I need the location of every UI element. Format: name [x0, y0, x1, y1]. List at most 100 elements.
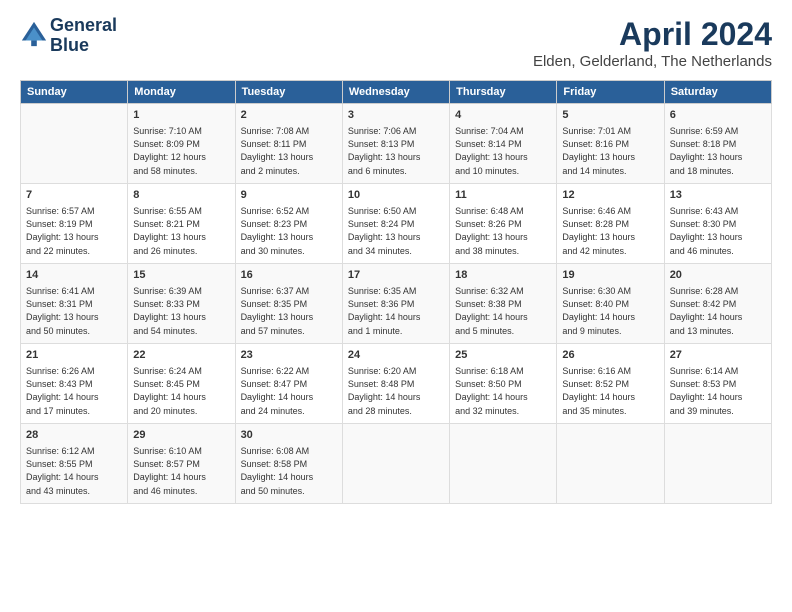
calendar-cell: 26 Sunrise: 6:16 AMSunset: 8:52 PMDayligh…	[557, 344, 664, 424]
calendar-cell: 15 Sunrise: 6:39 AMSunset: 8:33 PMDayligh…	[128, 264, 235, 344]
location-title: Elden, Gelderland, The Netherlands	[533, 53, 772, 70]
day-number: 21	[26, 348, 122, 363]
cell-content: Sunrise: 6:20 AMSunset: 8:48 PMDaylight:…	[348, 365, 444, 417]
calendar-cell: 12Sunrise: 6:46 AMSunset: 8:28 PMDayligh…	[557, 184, 664, 264]
day-number: 27	[670, 348, 766, 363]
day-number: 23	[241, 348, 337, 363]
header-friday: Friday	[557, 81, 664, 104]
cell-content: Sunrise: 6:14 AMSunset: 8:53 PMDaylight:…	[670, 365, 766, 417]
calendar-cell	[450, 424, 557, 504]
day-number: 15	[133, 268, 229, 283]
cell-content: Sunrise: 6:48 AMSunset: 8:26 PMDaylight:…	[455, 205, 551, 257]
title-area: April 2024 Elden, Gelderland, The Nether…	[533, 16, 772, 70]
week-row-2: 14 Sunrise: 6:41 AMSunset: 8:31 PMDayligh…	[21, 264, 772, 344]
cell-content: Sunrise: 6:50 AMSunset: 8:24 PMDaylight:…	[348, 205, 444, 257]
calendar-cell: 5Sunrise: 7:01 AMSunset: 8:16 PMDaylight…	[557, 104, 664, 184]
day-number: 29	[133, 428, 229, 443]
cell-content: Sunrise: 6:32 AMSunset: 8:38 PMDaylight:…	[455, 285, 551, 337]
logo: General Blue	[20, 16, 117, 56]
calendar-cell: 28 Sunrise: 6:12 AMSunset: 8:55 PMDayligh…	[21, 424, 128, 504]
calendar-cell: 23Sunrise: 6:22 AMSunset: 8:47 PMDayligh…	[235, 344, 342, 424]
calendar-cell: 17Sunrise: 6:35 AMSunset: 8:36 PMDayligh…	[342, 264, 449, 344]
calendar-cell: 3Sunrise: 7:06 AMSunset: 8:13 PMDaylight…	[342, 104, 449, 184]
calendar-cell: 20 Sunrise: 6:28 AMSunset: 8:42 PMDayligh…	[664, 264, 771, 344]
day-number: 10	[348, 188, 444, 203]
calendar-cell: 4 Sunrise: 7:04 AMSunset: 8:14 PMDaylight…	[450, 104, 557, 184]
cell-content: Sunrise: 6:28 AMSunset: 8:42 PMDaylight:…	[670, 285, 766, 337]
calendar-cell: 1 Sunrise: 7:10 AMSunset: 8:09 PMDaylight…	[128, 104, 235, 184]
calendar-cell: 18 Sunrise: 6:32 AMSunset: 8:38 PMDayligh…	[450, 264, 557, 344]
cell-content: Sunrise: 7:04 AMSunset: 8:14 PMDaylight:…	[455, 125, 551, 177]
calendar-cell: 11 Sunrise: 6:48 AMSunset: 8:26 PMDayligh…	[450, 184, 557, 264]
cell-content: Sunrise: 6:43 AMSunset: 8:30 PMDaylight:…	[670, 205, 766, 257]
logo-text-line1: General	[50, 16, 117, 36]
logo-icon	[20, 20, 48, 48]
calendar-cell	[664, 424, 771, 504]
cell-content: Sunrise: 6:16 AMSunset: 8:52 PMDaylight:…	[562, 365, 658, 417]
calendar-cell: 14 Sunrise: 6:41 AMSunset: 8:31 PMDayligh…	[21, 264, 128, 344]
week-row-0: 1 Sunrise: 7:10 AMSunset: 8:09 PMDaylight…	[21, 104, 772, 184]
cell-content: Sunrise: 6:12 AMSunset: 8:55 PMDaylight:…	[26, 445, 122, 497]
day-number: 12	[562, 188, 658, 203]
day-number: 28	[26, 428, 122, 443]
logo-text-line2: Blue	[50, 36, 117, 56]
cell-content: Sunrise: 6:52 AMSunset: 8:23 PMDaylight:…	[241, 205, 337, 257]
day-number: 22	[133, 348, 229, 363]
week-row-3: 21Sunrise: 6:26 AMSunset: 8:43 PMDayligh…	[21, 344, 772, 424]
day-number: 30	[241, 428, 337, 443]
day-number: 9	[241, 188, 337, 203]
cell-content: Sunrise: 6:39 AMSunset: 8:33 PMDaylight:…	[133, 285, 229, 337]
day-number: 25	[455, 348, 551, 363]
calendar-cell: 7 Sunrise: 6:57 AMSunset: 8:19 PMDaylight…	[21, 184, 128, 264]
calendar-cell	[21, 104, 128, 184]
header: General Blue April 2024 Elden, Gelderlan…	[20, 16, 772, 70]
cell-content: Sunrise: 6:10 AMSunset: 8:57 PMDaylight:…	[133, 445, 229, 497]
cell-content: Sunrise: 6:57 AMSunset: 8:19 PMDaylight:…	[26, 205, 122, 257]
calendar-cell: 10 Sunrise: 6:50 AMSunset: 8:24 PMDayligh…	[342, 184, 449, 264]
header-tuesday: Tuesday	[235, 81, 342, 104]
header-thursday: Thursday	[450, 81, 557, 104]
calendar-cell: 8Sunrise: 6:55 AMSunset: 8:21 PMDaylight…	[128, 184, 235, 264]
day-number: 2	[241, 108, 337, 123]
week-row-1: 7 Sunrise: 6:57 AMSunset: 8:19 PMDaylight…	[21, 184, 772, 264]
page: General Blue April 2024 Elden, Gelderlan…	[0, 0, 792, 514]
calendar-cell: 29 Sunrise: 6:10 AMSunset: 8:57 PMDayligh…	[128, 424, 235, 504]
calendar-cell: 21Sunrise: 6:26 AMSunset: 8:43 PMDayligh…	[21, 344, 128, 424]
cell-content: Sunrise: 6:18 AMSunset: 8:50 PMDaylight:…	[455, 365, 551, 417]
cell-content: Sunrise: 6:59 AMSunset: 8:18 PMDaylight:…	[670, 125, 766, 177]
day-number: 11	[455, 188, 551, 203]
calendar-cell: 13 Sunrise: 6:43 AMSunset: 8:30 PMDayligh…	[664, 184, 771, 264]
calendar-cell: 19 Sunrise: 6:30 AMSunset: 8:40 PMDayligh…	[557, 264, 664, 344]
cell-content: Sunrise: 7:06 AMSunset: 8:13 PMDaylight:…	[348, 125, 444, 177]
day-number: 4	[455, 108, 551, 123]
day-number: 14	[26, 268, 122, 283]
day-number: 20	[670, 268, 766, 283]
calendar-cell: 2Sunrise: 7:08 AMSunset: 8:11 PMDaylight…	[235, 104, 342, 184]
calendar-cell: 25 Sunrise: 6:18 AMSunset: 8:50 PMDayligh…	[450, 344, 557, 424]
day-number: 7	[26, 188, 122, 203]
month-title: April 2024	[533, 16, 772, 53]
calendar-cell: 30 Sunrise: 6:08 AMSunset: 8:58 PMDayligh…	[235, 424, 342, 504]
week-row-4: 28 Sunrise: 6:12 AMSunset: 8:55 PMDayligh…	[21, 424, 772, 504]
day-number: 13	[670, 188, 766, 203]
calendar-header: Sunday Monday Tuesday Wednesday Thursday…	[21, 81, 772, 104]
calendar-cell: 24Sunrise: 6:20 AMSunset: 8:48 PMDayligh…	[342, 344, 449, 424]
day-number: 19	[562, 268, 658, 283]
day-number: 18	[455, 268, 551, 283]
cell-content: Sunrise: 7:01 AMSunset: 8:16 PMDaylight:…	[562, 125, 658, 177]
cell-content: Sunrise: 6:08 AMSunset: 8:58 PMDaylight:…	[241, 445, 337, 497]
day-number: 1	[133, 108, 229, 123]
day-number: 26	[562, 348, 658, 363]
calendar-cell: 16Sunrise: 6:37 AMSunset: 8:35 PMDayligh…	[235, 264, 342, 344]
calendar-cell	[557, 424, 664, 504]
cell-content: Sunrise: 7:10 AMSunset: 8:09 PMDaylight:…	[133, 125, 229, 177]
calendar-cell: 22Sunrise: 6:24 AMSunset: 8:45 PMDayligh…	[128, 344, 235, 424]
header-sunday: Sunday	[21, 81, 128, 104]
day-number: 6	[670, 108, 766, 123]
day-number: 16	[241, 268, 337, 283]
day-number: 8	[133, 188, 229, 203]
cell-content: Sunrise: 6:41 AMSunset: 8:31 PMDaylight:…	[26, 285, 122, 337]
calendar-cell: 27 Sunrise: 6:14 AMSunset: 8:53 PMDayligh…	[664, 344, 771, 424]
calendar-cell: 9 Sunrise: 6:52 AMSunset: 8:23 PMDaylight…	[235, 184, 342, 264]
cell-content: Sunrise: 6:30 AMSunset: 8:40 PMDaylight:…	[562, 285, 658, 337]
